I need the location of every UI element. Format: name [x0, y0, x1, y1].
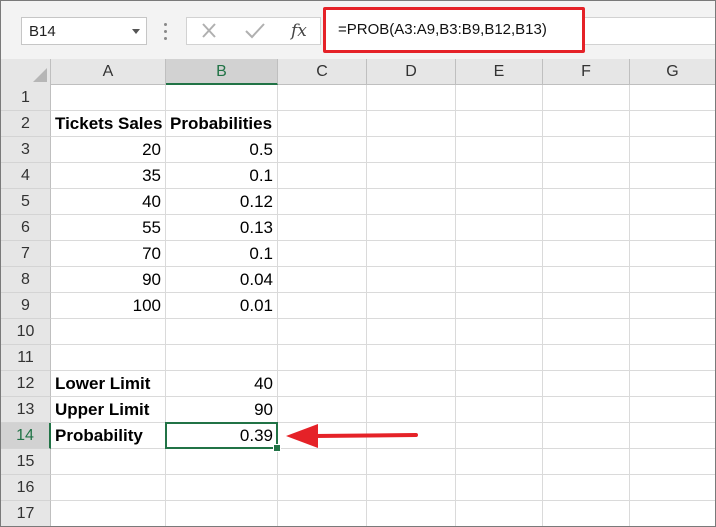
- insert-function-button[interactable]: fx: [291, 21, 307, 41]
- spreadsheet-grid: A B C D E F G 1 2 Tickets Sales Probabilities 3 20 0.…: [1, 59, 715, 526]
- chevron-down-icon[interactable]: [132, 29, 140, 34]
- check-icon: [245, 23, 265, 39]
- arrow-head: [286, 424, 318, 448]
- formula-input-area[interactable]: [585, 17, 715, 45]
- red-arrow-icon: [286, 424, 418, 448]
- enter-button[interactable]: [237, 18, 273, 44]
- name-box-value: B14: [29, 23, 56, 40]
- excel-window: B14 fx =PROB(A3:A9,B3:B9,B12,B13) A B C …: [0, 0, 716, 527]
- formula-highlight-box[interactable]: =PROB(A3:A9,B3:B9,B12,B13): [323, 7, 585, 53]
- cancel-button[interactable]: [191, 18, 227, 44]
- name-box[interactable]: B14: [21, 17, 147, 45]
- resize-handle-icon[interactable]: [164, 21, 168, 41]
- arrow-shaft: [312, 433, 418, 438]
- formula-bar: B14 fx =PROB(A3:A9,B3:B9,B12,B13): [1, 1, 715, 63]
- formula-buttons: fx: [186, 17, 321, 45]
- close-icon: [202, 23, 216, 38]
- formula-input[interactable]: =PROB(A3:A9,B3:B9,B12,B13): [338, 21, 547, 38]
